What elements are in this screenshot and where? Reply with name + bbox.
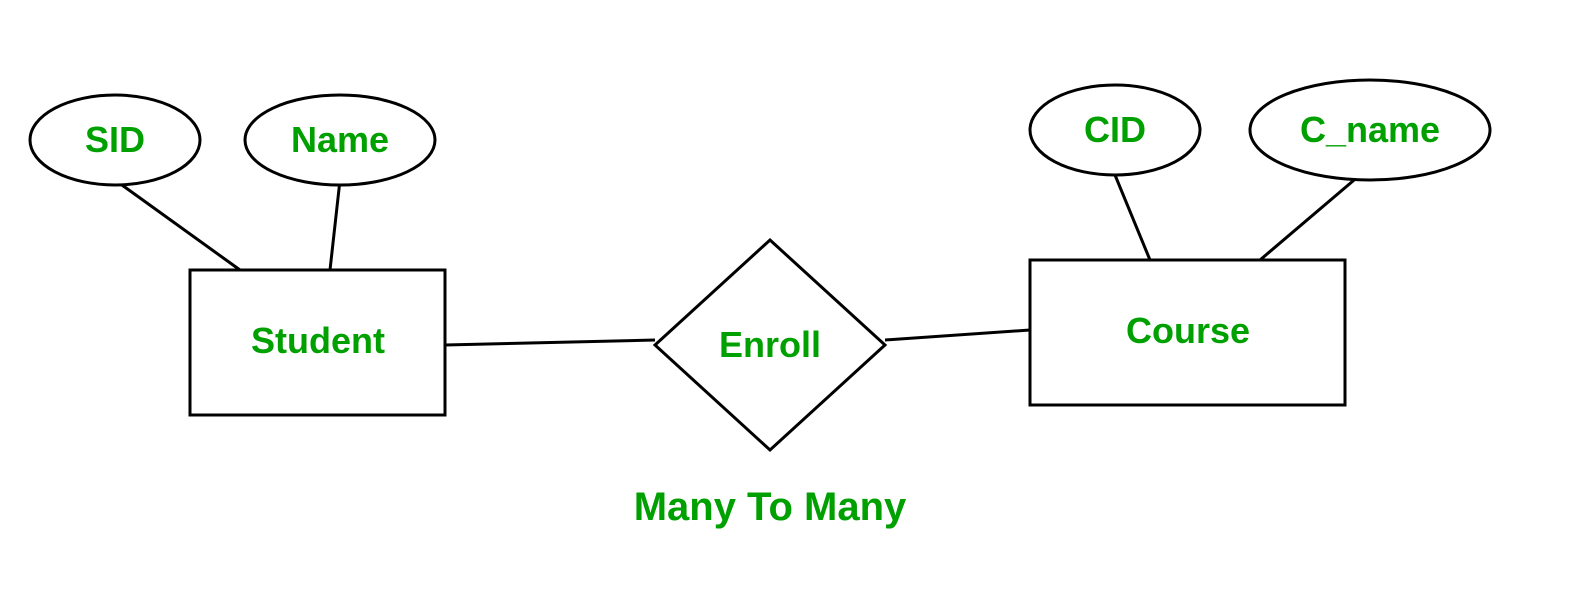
connector-cname-course (1260, 175, 1360, 260)
attribute-cid-label: CID (1084, 109, 1146, 150)
connector-enroll-course (885, 330, 1030, 340)
entity-student-label: Student (251, 320, 385, 361)
connector-sid-student (115, 180, 240, 270)
attribute-name-label: Name (291, 119, 389, 160)
attribute-sid-label: SID (85, 119, 145, 160)
entity-course-label: Course (1126, 310, 1250, 351)
attribute-cname-label: C_name (1300, 109, 1440, 150)
relationship-enroll-label: Enroll (719, 324, 821, 365)
er-diagram: SID Name CID C_name Student Course Enrol… (0, 0, 1594, 613)
connector-cid-course (1115, 175, 1150, 260)
diagram-caption: Many To Many (634, 485, 907, 529)
connector-student-enroll (445, 340, 655, 345)
connector-name-student (330, 180, 340, 270)
